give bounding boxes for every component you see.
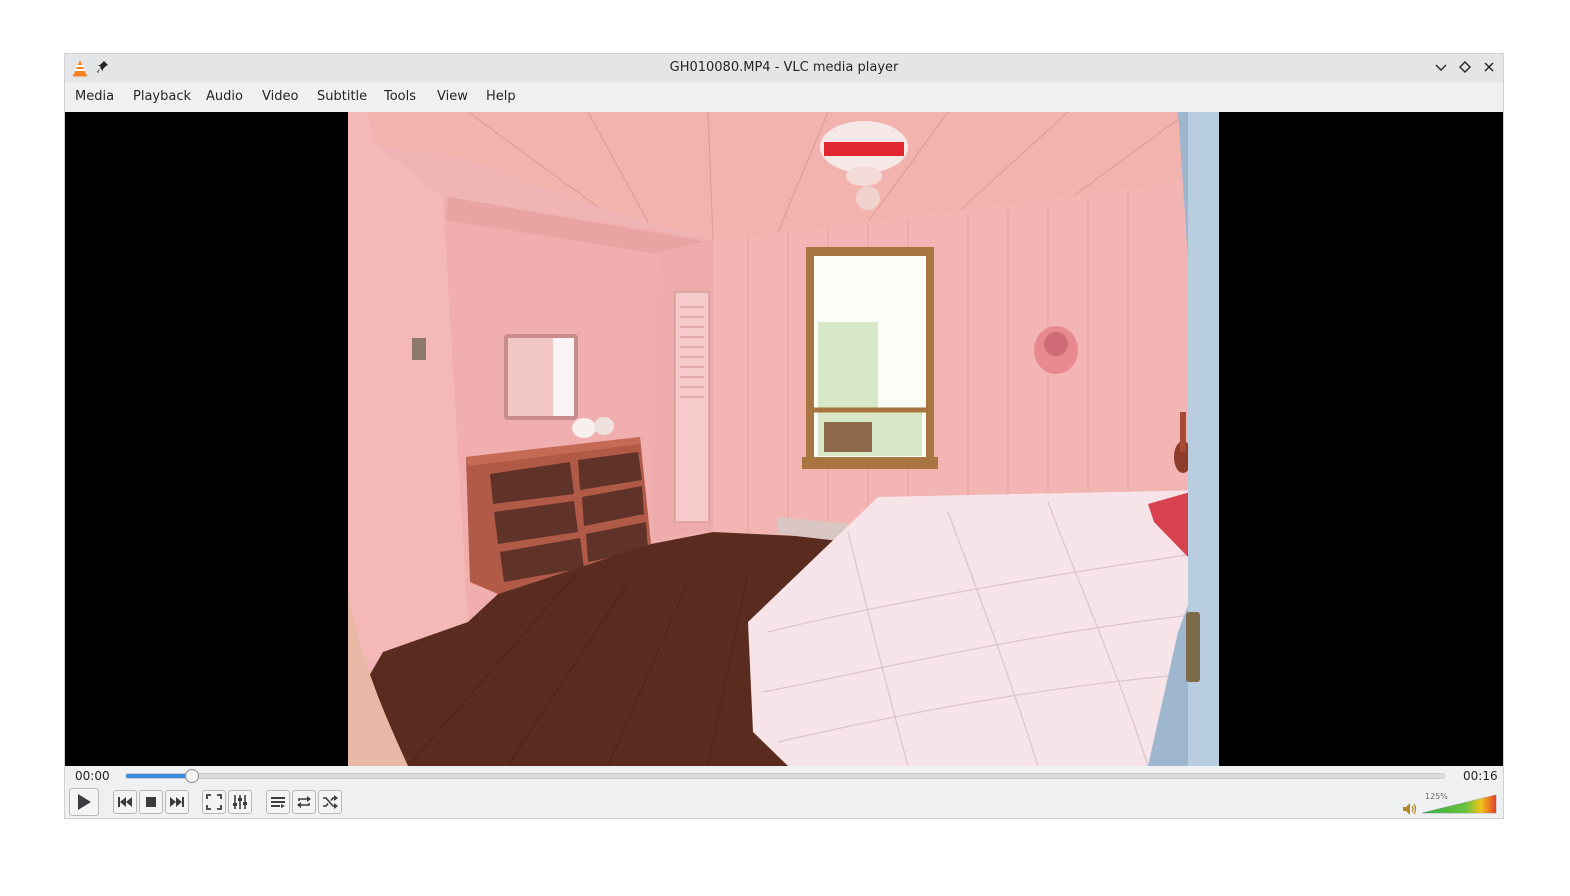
seek-bar-row: 00:00 00:16: [65, 766, 1503, 788]
skip-next-icon: [170, 797, 184, 807]
play-button[interactable]: [69, 788, 99, 816]
seek-slider[interactable]: [125, 769, 1445, 783]
next-button[interactable]: [165, 790, 189, 814]
repeat-icon: [297, 796, 311, 808]
vlc-window: GH010080.MP4 - VLC media player Media Pl…: [65, 54, 1503, 818]
fullscreen-icon: [206, 794, 222, 810]
menu-help[interactable]: Help: [486, 89, 516, 104]
menu-playback[interactable]: Playback: [133, 89, 191, 104]
shuffle-button[interactable]: [318, 790, 342, 814]
fullscreen-button[interactable]: [202, 790, 226, 814]
bedroom-video-image: [348, 112, 1219, 766]
playlist-icon: [271, 797, 285, 808]
volume-slider[interactable]: 125%: [1421, 792, 1497, 814]
seek-progress-fill: [126, 774, 192, 778]
close-icon[interactable]: [1482, 60, 1496, 74]
equalizer-icon: [233, 795, 247, 809]
stop-button[interactable]: [139, 790, 163, 814]
seek-handle[interactable]: [184, 769, 199, 783]
total-time: 00:16: [1463, 769, 1498, 783]
playlist-button[interactable]: [266, 790, 290, 814]
menu-view[interactable]: View: [437, 89, 468, 104]
skip-previous-icon: [118, 797, 132, 807]
volume-level-label: 125%: [1425, 792, 1448, 801]
speaker-icon[interactable]: [1402, 802, 1418, 816]
shuffle-icon: [323, 795, 338, 809]
loop-button[interactable]: [292, 790, 316, 814]
menu-bar: Media Playback Audio Video Subtitle Tool…: [65, 82, 1503, 112]
minimize-icon[interactable]: [1434, 60, 1448, 74]
title-bar: GH010080.MP4 - VLC media player: [65, 54, 1503, 82]
extended-settings-button[interactable]: [228, 790, 252, 814]
menu-audio[interactable]: Audio: [206, 89, 243, 104]
controls-bar: 125%: [65, 788, 1503, 818]
video-frame: [348, 112, 1219, 766]
elapsed-time: 00:00: [75, 769, 110, 783]
video-area[interactable]: [65, 112, 1503, 766]
play-icon: [78, 794, 91, 810]
previous-button[interactable]: [113, 790, 137, 814]
menu-video[interactable]: Video: [262, 89, 298, 104]
stop-icon: [146, 797, 156, 807]
menu-tools[interactable]: Tools: [384, 89, 416, 104]
window-title: GH010080.MP4 - VLC media player: [669, 60, 899, 75]
maximize-icon[interactable]: [1458, 60, 1472, 74]
menu-subtitle[interactable]: Subtitle: [317, 89, 367, 104]
menu-media[interactable]: Media: [75, 89, 114, 104]
